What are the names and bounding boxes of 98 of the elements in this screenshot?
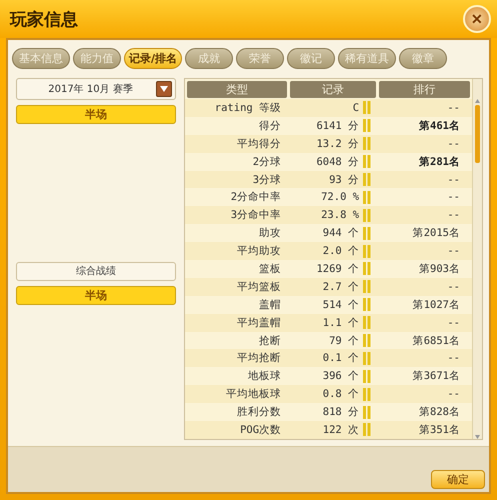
bar-icon (363, 423, 372, 436)
rank-text: 第2015名 (412, 226, 461, 240)
stat-value: 2.0 个 (322, 244, 360, 258)
stat-value: 6048 分 (316, 154, 360, 169)
stat-value: 79 个 (329, 334, 360, 348)
stat-value: 514 个 (322, 298, 360, 312)
summary-label: 综合战绩 (16, 262, 176, 281)
bar-icon (363, 226, 372, 240)
bar-icon (363, 388, 372, 401)
stat-value: 72.0 % (321, 191, 360, 204)
stat-type: 平均地板球 (225, 387, 282, 402)
bar-icon (363, 352, 372, 365)
close-button[interactable]: ✕ (463, 5, 491, 33)
stat-type: 地板球 (247, 369, 282, 384)
dropdown-arrow-icon[interactable] (160, 86, 168, 92)
stat-value: 396 个 (322, 369, 360, 384)
tab[interactable]: 徽记 (287, 48, 336, 69)
rank-text: 第3671名 (412, 369, 461, 384)
season-dropdown[interactable]: 2017年 10月 赛季 (16, 78, 176, 100)
stat-value: 1.1 个 (322, 316, 360, 330)
bar-icon (363, 280, 372, 294)
bar-icon (363, 316, 372, 330)
bar-icon (363, 262, 372, 276)
bar-icon (363, 155, 372, 168)
stat-value: 23.8 % (321, 209, 360, 222)
bar-icon (363, 406, 372, 419)
tab[interactable]: 稀有道具 (338, 48, 396, 69)
rank-text: -- (446, 352, 461, 364)
rank-text: 第281名 (418, 154, 461, 169)
bar-icon (363, 190, 372, 204)
rank-text: -- (446, 388, 461, 400)
tab[interactable]: 徽章 (399, 48, 448, 69)
rank-text: -- (446, 138, 461, 150)
stat-type: 平均盖帽 (236, 316, 282, 330)
stat-type: 抢断 (258, 334, 282, 348)
confirm-button[interactable]: 确定 (431, 470, 485, 489)
stat-type: 助攻 (258, 226, 282, 240)
rank-text: -- (446, 316, 461, 329)
stat-value: 818 分 (322, 405, 360, 420)
stat-type: 篮板 (258, 262, 282, 276)
bar-icon (363, 119, 372, 132)
tab[interactable]: 记录/排名 (124, 48, 182, 69)
rank-text: -- (446, 209, 461, 222)
stat-type: 2分命中率 (230, 190, 282, 204)
tab[interactable]: 荣誉 (236, 48, 284, 69)
rank-text: 第1027名 (412, 298, 461, 312)
stat-value: 0.8 个 (322, 387, 360, 402)
rank-text: 第903名 (418, 262, 461, 276)
stat-value: 122 次 (322, 422, 360, 437)
stat-type: 平均抢断 (236, 351, 282, 366)
rank-text: -- (446, 174, 461, 186)
window-title: 玩家信息 (10, 8, 78, 30)
rank-text: -- (446, 245, 461, 258)
stat-type: 盖帽 (258, 298, 282, 312)
scroll-down-icon[interactable] (475, 434, 480, 439)
mode-button[interactable]: 半场 (16, 105, 176, 124)
stat-type: 3分命中率 (230, 208, 282, 222)
stat-value: 944 个 (322, 226, 360, 240)
column-header: 记录 (290, 81, 376, 98)
tab[interactable]: 基本信息 (12, 48, 70, 69)
stat-value: 13.2 分 (316, 136, 360, 151)
rank-text: -- (446, 280, 461, 293)
rank-text: -- (446, 191, 461, 204)
bar-icon (363, 334, 372, 348)
stat-type: 得分 (258, 118, 282, 133)
stat-type: 平均得分 (236, 136, 282, 151)
bar-icon (363, 137, 372, 150)
stat-type: rating 等级 (214, 100, 282, 115)
stat-value: 2.7 个 (322, 280, 360, 294)
stat-value: 1269 个 (316, 262, 360, 276)
rank-text: -- (446, 102, 461, 114)
stat-type: 胜利分数 (236, 405, 282, 420)
stat-type: 平均助攻 (236, 244, 282, 258)
stat-value: 93 分 (329, 172, 360, 186)
column-header: 排行 (379, 81, 470, 98)
stat-type: 2分球 (252, 154, 282, 169)
scroll-up-icon[interactable] (475, 99, 480, 103)
stat-type: 平均篮板 (236, 280, 282, 294)
bar-icon (363, 208, 372, 222)
tab[interactable]: 成就 (185, 48, 234, 69)
rank-text: 第461名 (418, 118, 461, 133)
stat-value: 0.1 个 (322, 351, 360, 366)
tab[interactable]: 能力值 (73, 48, 121, 69)
stat-value: 6141 分 (316, 118, 360, 133)
mode-button[interactable]: 半场 (16, 286, 176, 305)
bar-icon (363, 298, 372, 312)
stat-value: C (352, 102, 360, 114)
scrollbar[interactable] (472, 79, 482, 439)
rank-text: 第828名 (418, 405, 461, 420)
stat-type: POG次数 (239, 422, 282, 437)
bar-icon (363, 173, 372, 186)
bar-icon (363, 370, 372, 383)
rank-text: 第6851名 (412, 334, 461, 348)
rank-text: 第351名 (418, 422, 461, 437)
column-header: 类型 (187, 81, 288, 98)
bar-icon (363, 244, 372, 258)
bar-icon (363, 101, 372, 114)
stat-type: 3分球 (252, 172, 282, 186)
